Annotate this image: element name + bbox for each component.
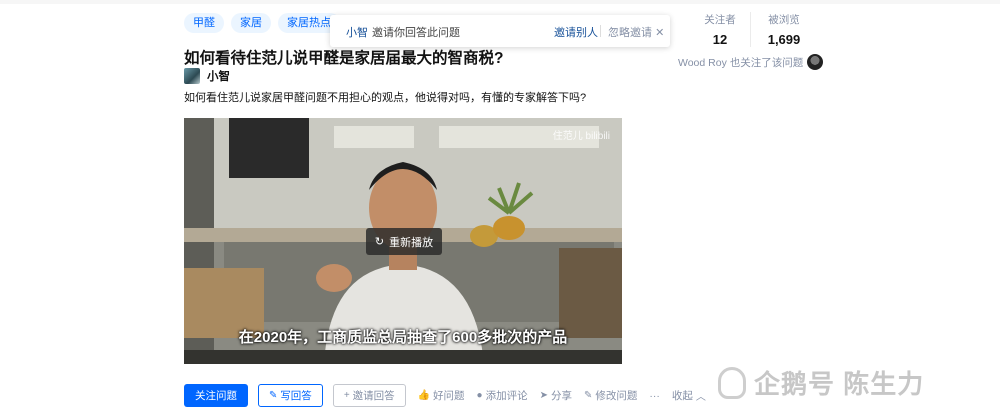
brand-watermark: 企鹅号 陈生力 xyxy=(718,364,924,401)
pencil-icon: ✎ xyxy=(583,390,593,401)
invite-popup: 小智 邀请你回答此问题 邀请别人 忽略邀请 ✕ xyxy=(330,15,670,47)
collapse-button[interactable]: 收起 ︿ xyxy=(672,388,706,403)
video-player[interactable]: 住范儿 bilibili ↻ 重新播放 在2020年，工商质监总局抽查了600多… xyxy=(184,118,622,364)
friend-follow-text: Wood Roy 也关注了该问题 xyxy=(678,56,804,69)
add-comment-label: 添加评论 xyxy=(485,390,528,402)
top-divider xyxy=(0,0,1000,4)
edit-question-button[interactable]: ✎ 修改问题 xyxy=(584,388,637,403)
topic-tags: 甲醛 家居 家居热点 xyxy=(184,13,340,33)
inviter-name[interactable]: 小智 xyxy=(346,27,368,39)
ignore-invite-link[interactable]: 忽略邀请 ✕ xyxy=(608,24,664,40)
good-question-button[interactable]: 👍 好问题 xyxy=(418,388,465,403)
friend-follow-note: Wood Roy 也关注了该问题 xyxy=(678,54,824,70)
video-subtitle: 在2020年，工商质监总局抽查了600多批次的产品 xyxy=(238,329,568,346)
pencil-icon: ✎ xyxy=(269,390,278,401)
followers-count: 12 xyxy=(712,32,728,47)
invite-message: 邀请你回答此问题 xyxy=(372,27,460,39)
more-icon: ··· xyxy=(649,389,660,402)
invite-answer-button[interactable]: + 邀请回答 xyxy=(332,384,406,407)
replay-button[interactable]: ↻ 重新播放 xyxy=(366,228,442,255)
views-label: 被浏览 xyxy=(768,14,800,26)
replay-label: 重新播放 xyxy=(389,236,434,249)
friend-avatar[interactable] xyxy=(807,54,824,70)
video-watermark: 住范儿 bilibili xyxy=(552,131,610,142)
more-button[interactable]: ··· xyxy=(649,390,660,402)
followers-stat[interactable]: 关注者 12 xyxy=(690,12,750,47)
views-stat: 被浏览 1,699 xyxy=(750,12,817,47)
good-question-label: 好问题 xyxy=(433,390,465,402)
followers-label: 关注者 xyxy=(704,14,736,26)
write-answer-label: 写回答 xyxy=(280,390,312,402)
penguin-logo-icon xyxy=(718,366,746,399)
share-label: 分享 xyxy=(550,390,572,402)
author-avatar[interactable] xyxy=(184,68,200,84)
collapse-label: 收起 xyxy=(671,390,693,402)
question-actions: 关注问题 ✎ 写回答 + 邀请回答 👍 好问题 ● 添加评论 ➤ 分享 ✎ 修改问题 ·… xyxy=(184,384,706,407)
thumbs-up-icon: 👍 xyxy=(417,390,431,401)
share-icon: ➤ xyxy=(539,390,548,401)
question-title: 如何看待住范儿说甲醛是家居届最大的智商税? xyxy=(184,50,504,67)
question-stats: 关注者 12 被浏览 1,699 xyxy=(690,12,817,47)
author-name[interactable]: 小智 xyxy=(207,68,230,84)
invite-others-link[interactable]: 邀请别人 xyxy=(554,24,598,40)
comment-icon: ● xyxy=(476,390,483,401)
ignore-label: 忽略邀请 xyxy=(608,27,652,39)
invite-answer-label: 邀请回答 xyxy=(352,390,395,402)
add-user-icon: + xyxy=(343,390,350,401)
topic-tag[interactable]: 甲醛 xyxy=(184,13,224,33)
chevron-up-icon: ︿ xyxy=(695,392,706,403)
replay-icon: ↻ xyxy=(374,236,385,248)
topic-tag[interactable]: 家居 xyxy=(231,13,271,33)
close-icon: ✕ xyxy=(655,27,665,39)
divider xyxy=(600,25,601,37)
follow-question-button[interactable]: 关注问题 xyxy=(184,384,248,407)
question-description: 如何看住范儿说家居甲醛问题不用担心的观点，他说得对吗，有懂的专家解答下吗? xyxy=(184,92,587,104)
question-author: 小智 xyxy=(184,68,230,84)
views-count: 1,699 xyxy=(767,32,801,47)
edit-question-label: 修改问题 xyxy=(595,390,638,402)
add-comment-button[interactable]: ● 添加评论 xyxy=(477,388,528,403)
share-button[interactable]: ➤ 分享 xyxy=(540,388,572,403)
brand-text: 企鹅号 陈生力 xyxy=(754,369,925,399)
write-answer-button[interactable]: ✎ 写回答 xyxy=(258,384,323,407)
